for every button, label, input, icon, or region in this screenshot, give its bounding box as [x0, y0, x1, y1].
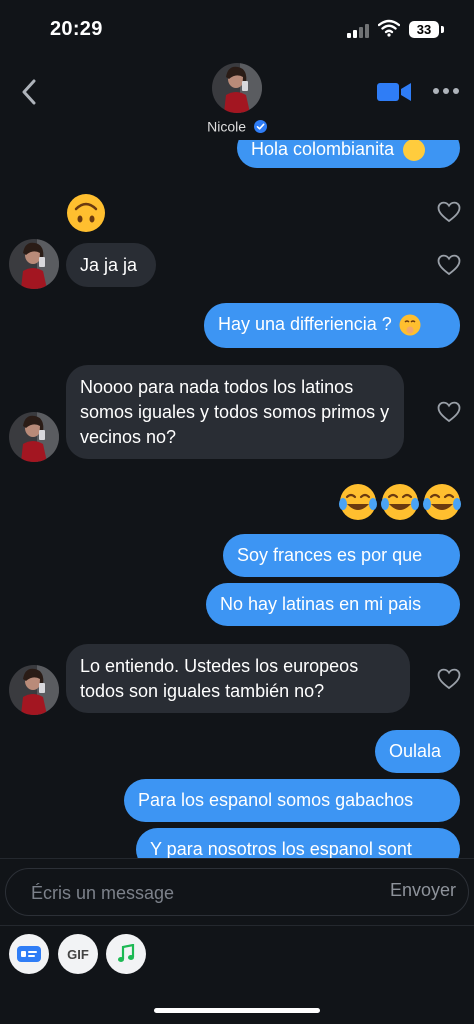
message-text: Soy frances es por que [237, 545, 423, 565]
received-message: Ja ja ja [66, 243, 156, 287]
sent-message: Hay una differiencia ? [204, 303, 460, 348]
message-text: Ja ja ja [80, 255, 138, 275]
upside-down-face-emoji-icon [67, 194, 105, 232]
sent-message: Para los espanol somos gabachos [124, 779, 460, 822]
toolbar-divider [0, 925, 474, 926]
message-list[interactable]: Hola colombianita Ja ja ja Hay una diffe… [0, 140, 474, 858]
contact-avatar-small[interactable] [9, 239, 59, 289]
home-indicator [154, 1008, 320, 1013]
message-input[interactable] [29, 869, 363, 917]
card-button[interactable] [9, 934, 49, 974]
shushing-face-emoji-icon [399, 314, 421, 336]
received-message: Lo entiendo. Ustedes los europeos todos … [66, 644, 410, 713]
status-time: 20:29 [50, 18, 103, 40]
verified-badge-icon [253, 119, 267, 133]
heart-icon[interactable] [437, 254, 461, 276]
gif-button[interactable]: GIF [58, 934, 98, 974]
back-chevron-icon [22, 79, 36, 105]
wifi-icon [378, 19, 400, 37]
message-text: Hola colombianita [251, 140, 395, 159]
battery-icon: 33 [409, 21, 439, 38]
music-button[interactable] [106, 934, 146, 974]
chat-header: Nicole [0, 60, 474, 140]
contact-name-row[interactable]: Nicole [0, 117, 474, 134]
message-text: Y para nosotros los espanol sont [150, 839, 412, 858]
sent-message: Y para nosotros los espanol sont [136, 828, 460, 858]
tears-of-joy-emoji-icon [381, 484, 419, 520]
contact-avatar-small[interactable] [9, 412, 59, 462]
contact-name: Nicole [207, 118, 246, 135]
message-text: No hay latinas en mi pais [220, 594, 422, 614]
back-button[interactable] [14, 74, 44, 110]
composer-divider [0, 858, 474, 859]
cellular-signal-icon [347, 22, 371, 38]
tears-of-joy-emoji-icon [423, 484, 461, 520]
message-text: Hay una differiencia ? [218, 314, 392, 334]
emoji-message [338, 482, 463, 522]
sent-message: Soy frances es por que [223, 534, 460, 577]
sent-message: No hay latinas en mi pais [206, 583, 460, 626]
music-icon [118, 944, 135, 962]
more-options-icon[interactable] [432, 86, 460, 96]
message-text: Lo entiendo. Ustedes los europeos todos … [80, 656, 359, 701]
received-message: Noooo para nada todos los latinos somos … [66, 365, 404, 459]
battery-tip [441, 26, 444, 33]
contact-avatar[interactable] [212, 63, 262, 113]
sent-message: Hola colombianita [237, 140, 460, 168]
video-call-icon[interactable] [376, 80, 412, 104]
heart-icon[interactable] [437, 401, 461, 423]
tears-of-joy-emoji-icon [339, 484, 377, 520]
gif-icon: GIF [67, 946, 89, 962]
message-text: Para los espanol somos gabachos [138, 790, 414, 810]
sent-message: Oulala [375, 730, 460, 773]
contact-avatar-small[interactable] [9, 665, 59, 715]
card-icon [17, 946, 41, 962]
heart-icon[interactable] [437, 201, 461, 223]
heart-icon[interactable] [437, 668, 461, 690]
send-button[interactable]: Envoyer [390, 880, 456, 901]
status-bar: 20:29 33 [0, 0, 474, 60]
message-composer: Envoyer [5, 868, 469, 917]
message-text: Noooo para nada todos los latinos somos … [80, 377, 390, 447]
message-text: Oulala [389, 741, 442, 761]
grinning-emoji-icon [403, 140, 426, 162]
